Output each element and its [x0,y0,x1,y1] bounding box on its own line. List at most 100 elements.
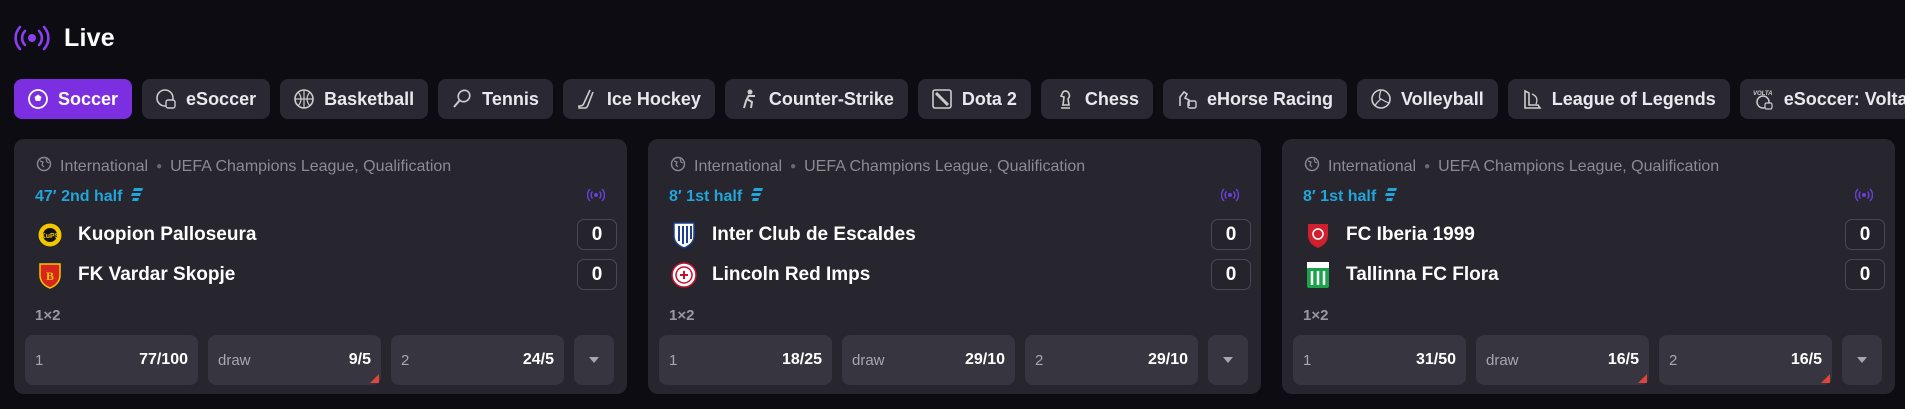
team-score: 0 [1211,219,1251,250]
stats-icon [750,186,764,207]
tab-tennis[interactable]: Tennis [438,79,553,119]
esoccer-icon [154,87,178,111]
kups-logo-icon: KuPS [36,221,64,249]
team-name: Inter Club de Escaldes [712,224,916,245]
odd-value: 29/10 [964,351,1005,368]
team-name: FC Iberia 1999 [1346,224,1475,245]
odd-value: 29/10 [1147,351,1188,368]
team-name: Kuopion Palloseura [78,224,257,245]
home-team[interactable]: FC Iberia 1999 0 [1304,219,1885,251]
team-score: 0 [1845,219,1885,250]
soccer-ball-icon [26,87,50,111]
match-status: 8′ 1st half [1303,186,1398,207]
odd-value: 31/50 [1415,351,1456,368]
odd-button-home[interactable]: 1 31/50 [1293,335,1466,385]
live-stream-icon[interactable] [1220,188,1240,207]
odd-button-home[interactable]: 1 18/25 [659,335,832,385]
league-name[interactable]: UEFA Champions League, Qualification [804,158,1085,176]
odd-value: 9/5 [348,351,371,368]
odd-button-home[interactable]: 1 77/100 [25,335,198,385]
tab-esoccer-volta[interactable]: VOLTA eSoccer: Volta [1739,79,1905,119]
tab-label: eSoccer [186,88,257,109]
live-broadcast-icon [14,22,50,54]
tab-ehorse-racing[interactable]: eHorse Racing [1162,79,1347,119]
match-time: 47′ 2nd half [35,187,123,205]
more-markets-button[interactable] [1842,335,1882,385]
odd-change-indicator [370,374,379,383]
odd-button-away[interactable]: 2 24/5 [391,335,564,385]
market-label: 1×2 [35,307,61,324]
esoccer-volta-icon: VOLTA [1752,87,1776,111]
home-team[interactable]: Inter Club de Escaldes 0 [670,219,1251,251]
odds-row: 1 31/50 draw 16/5 2 16/5 [1293,335,1882,385]
odds-row: 1 77/100 draw 9/5 2 24/5 [25,335,614,385]
tab-league-of-legends[interactable]: League of Legends [1507,79,1730,119]
counter-strike-icon [737,87,761,111]
market-label: 1×2 [1303,307,1329,324]
region-name[interactable]: International [60,158,148,176]
region-name[interactable]: International [1328,158,1416,176]
odd-button-draw[interactable]: draw 29/10 [842,335,1015,385]
match-status: 47′ 2nd half [35,186,144,207]
tab-dota-2[interactable]: Dota 2 [917,79,1031,119]
away-team[interactable]: Lincoln Red Imps 0 [670,259,1251,291]
tab-basketball[interactable]: Basketball [280,79,429,119]
separator-dot: ● [1424,161,1431,172]
tab-label: Basketball [324,88,415,109]
tab-chess[interactable]: Chess [1040,79,1153,119]
team-name: FK Vardar Skopje [78,264,236,285]
tab-esoccer[interactable]: eSoccer [142,79,271,119]
tab-label: Dota 2 [961,88,1017,109]
more-markets-button[interactable] [574,335,614,385]
tab-label: Chess [1084,88,1139,109]
odd-button-draw[interactable]: draw 16/5 [1476,335,1649,385]
page-title: Live [64,23,115,52]
flora-logo-icon [1304,261,1332,289]
match-card[interactable]: International ● UEFA Champions League, Q… [1282,139,1895,394]
match-time: 8′ 1st half [669,187,743,205]
home-team[interactable]: KuPS Kuopion Palloseura 0 [36,219,617,251]
odd-label: 2 [1669,351,1678,369]
odd-button-draw[interactable]: draw 9/5 [208,335,381,385]
iberia-logo-icon [1304,221,1332,249]
away-team[interactable]: B FK Vardar Skopje 0 [36,259,617,291]
stats-icon [1384,186,1398,207]
region-name[interactable]: International [694,158,782,176]
market-label: 1×2 [669,307,695,324]
odd-value: 24/5 [522,351,554,368]
tab-ice-hockey[interactable]: Ice Hockey [562,79,715,119]
tab-label: Soccer [58,88,119,109]
odd-value: 18/25 [781,351,822,368]
tab-label: Tennis [482,88,539,109]
league-name[interactable]: UEFA Champions League, Qualification [1438,158,1719,176]
separator-dot: ● [156,161,163,172]
basketball-icon [292,87,316,111]
tab-volleyball[interactable]: Volleyball [1357,79,1498,119]
tennis-icon [450,87,474,111]
tab-counter-strike[interactable]: Counter-Strike [724,79,908,119]
odd-label: 1 [669,351,678,369]
odd-button-away[interactable]: 2 29/10 [1025,335,1198,385]
away-team[interactable]: Tallinna FC Flora 0 [1304,259,1885,291]
chevron-down-icon [588,351,600,369]
odd-button-away[interactable]: 2 16/5 [1659,335,1832,385]
dota2-icon [930,87,954,111]
team-score: 0 [1211,259,1251,290]
tab-label: League of Legends [1551,88,1716,109]
league-name[interactable]: UEFA Champions League, Qualification [170,158,451,176]
odd-label: 1 [1303,351,1312,369]
chevron-down-icon [1856,351,1868,369]
odd-change-indicator [1638,374,1647,383]
odd-label: 1 [35,351,44,369]
league-info: International ● UEFA Champions League, Q… [36,156,451,177]
odd-label: draw [218,351,251,369]
odd-value: 16/5 [1790,351,1822,368]
match-card[interactable]: International ● UEFA Champions League, Q… [648,139,1261,394]
lincoln-red-imps-logo-icon [670,261,698,289]
match-card[interactable]: International ● UEFA Champions League, Q… [14,139,627,394]
live-stream-icon[interactable] [586,188,606,207]
team-score: 0 [577,219,617,250]
tab-soccer[interactable]: Soccer [14,79,133,119]
more-markets-button[interactable] [1208,335,1248,385]
live-stream-icon[interactable] [1854,188,1874,207]
